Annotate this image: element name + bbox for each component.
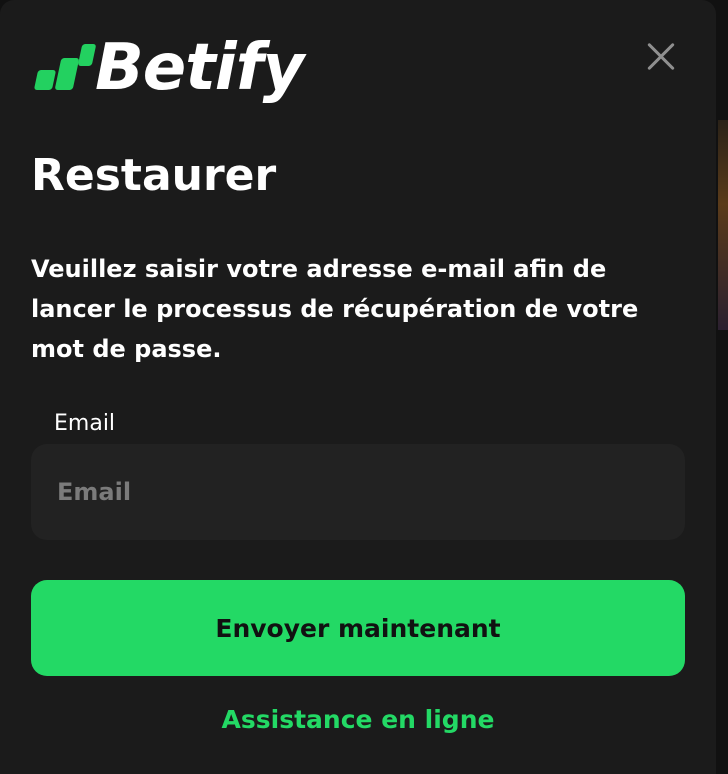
brand-logo: Betify (33, 30, 304, 106)
email-field-label: Email (54, 411, 116, 436)
email-field[interactable] (31, 444, 685, 540)
password-recovery-modal: Betify Restaurer Veuillez saisir votre a… (0, 0, 716, 774)
close-icon[interactable] (640, 36, 682, 78)
modal-title: Restaurer (31, 150, 277, 201)
background-game-thumbnail (718, 120, 728, 330)
online-support-link[interactable]: Assistance en ligne (0, 700, 716, 740)
send-now-button[interactable]: Envoyer maintenant (31, 580, 685, 676)
brand-logo-wordmark: Betify (95, 31, 304, 105)
brand-logo-mark-icon (33, 40, 97, 96)
modal-description: Veuillez saisir votre adresse e-mail afi… (31, 255, 639, 363)
